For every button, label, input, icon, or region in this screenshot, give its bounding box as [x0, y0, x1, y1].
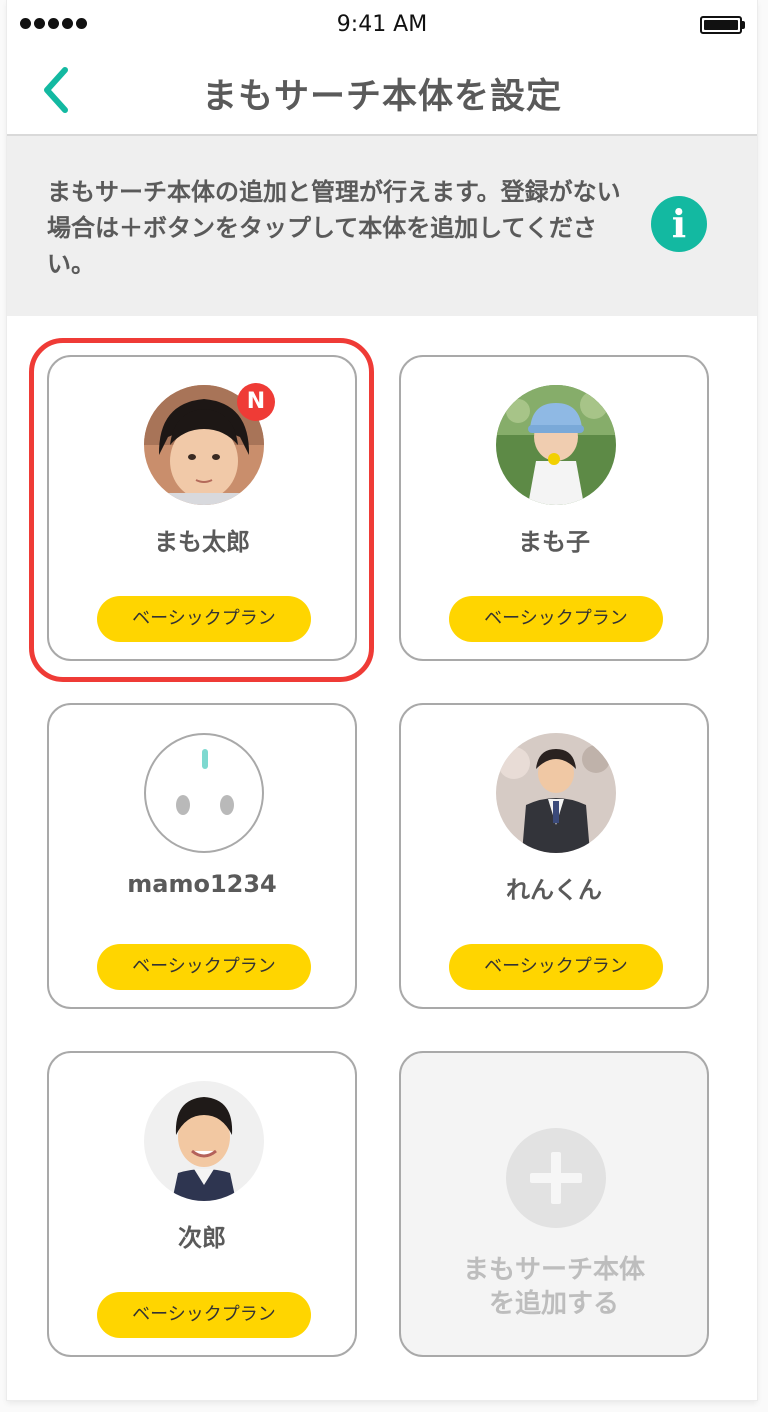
plan-button[interactable]: ベーシックプラン	[97, 944, 311, 990]
add-device-card[interactable]: まもサーチ本体 を追加する	[399, 1051, 709, 1357]
avatar	[496, 733, 616, 853]
plan-button[interactable]: ベーシックプラン	[97, 596, 311, 642]
plan-button[interactable]: ベーシックプラン	[449, 944, 663, 990]
info-icon[interactable]: i	[651, 196, 707, 252]
device-name: まも子	[518, 528, 590, 556]
device-name: 次郎	[178, 1224, 226, 1252]
screen: 9:41 AM まもサーチ本体を設定 まもサーチ本体の追加と管理が行えます。登録…	[7, 0, 757, 1400]
device-card-mamoko[interactable]: まも子 ベーシックプラン	[399, 355, 709, 661]
page-title: まもサーチ本体を設定	[201, 77, 562, 117]
device-card-jiro[interactable]: 次郎 ベーシックプラン	[47, 1051, 357, 1357]
new-badge: N	[237, 383, 275, 421]
device-name: mamo1234	[127, 870, 277, 898]
avatar	[496, 385, 616, 505]
device-card-renkun[interactable]: れんくん ベーシックプラン	[399, 703, 709, 1009]
status-bar: 9:41 AM	[7, 0, 757, 52]
plus-icon[interactable]	[506, 1128, 606, 1228]
info-banner: まもサーチ本体の追加と管理が行えます。登録がない場合は＋ボタンをタップして本体を…	[7, 136, 757, 316]
avatar	[144, 1081, 264, 1201]
device-name: れんくん	[506, 876, 602, 904]
battery-icon	[700, 16, 745, 34]
plan-button[interactable]: ベーシックプラン	[97, 1292, 311, 1338]
device-card-mamo1234[interactable]: mamo1234 ベーシックプラン	[47, 703, 357, 1009]
plan-button[interactable]: ベーシックプラン	[449, 596, 663, 642]
device-card-mamotaro[interactable]: N まも太郎 ベーシックプラン	[47, 355, 357, 661]
device-name: まも太郎	[154, 528, 250, 556]
device-icon	[144, 733, 264, 853]
nav-bar: まもサーチ本体を設定	[7, 52, 757, 136]
status-time: 9:41 AM	[336, 12, 428, 37]
add-device-label: まもサーチ本体 を追加する	[462, 1255, 645, 1319]
info-text: まもサーチ本体の追加と管理が行えます。登録がない場合は＋ボタンをタップして本体を…	[47, 178, 621, 278]
